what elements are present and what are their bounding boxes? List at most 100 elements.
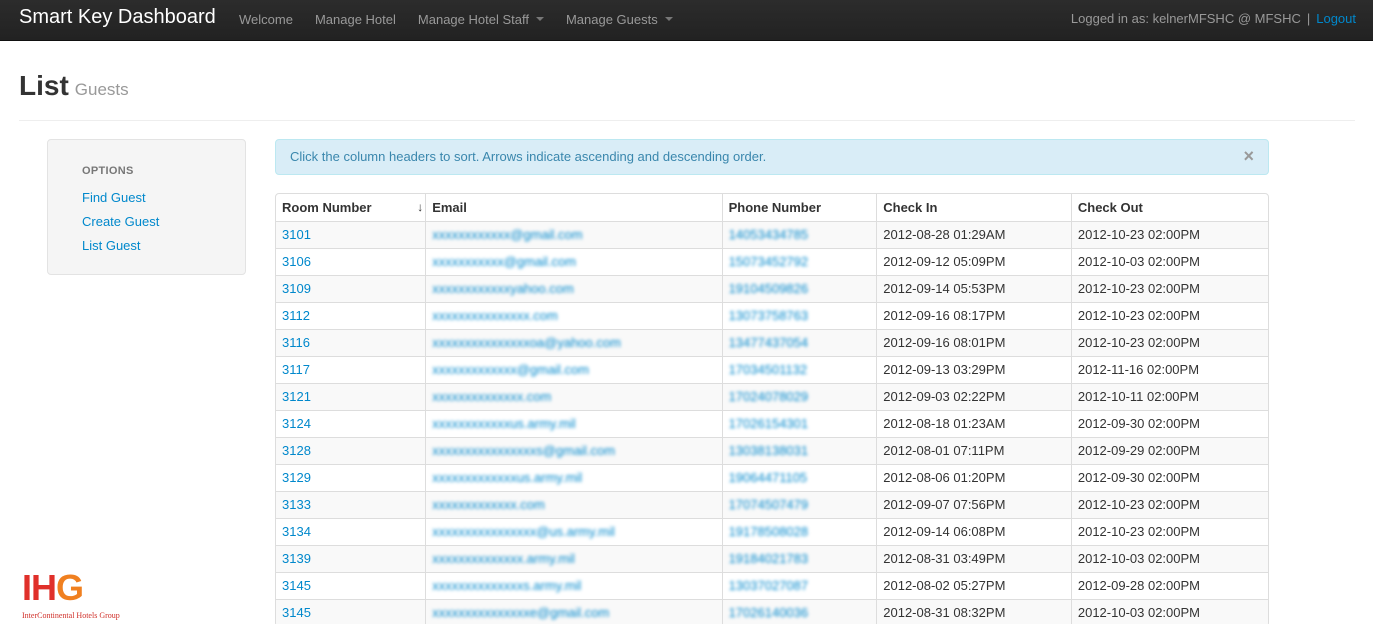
sidebar-link-list-guest[interactable]: List Guest	[82, 234, 245, 258]
email-cell[interactable]: xxxxxxxxxxxxxxxx@us.army.mil	[425, 517, 723, 545]
phone-cell[interactable]: 19178508028	[721, 517, 877, 545]
phone-number-link[interactable]: 19184021783	[729, 551, 809, 566]
room-number-link[interactable]: 3106	[282, 254, 311, 269]
room-number-link[interactable]: 3112	[282, 308, 310, 323]
email-link[interactable]: xxxxxxxxxxxxxxxx@us.army.mil	[432, 524, 615, 539]
email-link[interactable]: xxxxxxxxxxxx@gmail.com	[432, 227, 582, 242]
email-cell[interactable]: xxxxxxxxxxxxxx.com	[425, 382, 723, 410]
email-link[interactable]: xxxxxxxxxxxxxx.army.mil	[432, 551, 575, 566]
room-number-link[interactable]: 3121	[282, 389, 311, 404]
room-cell[interactable]: 3145	[276, 571, 426, 599]
room-cell[interactable]: 3129	[276, 463, 426, 491]
room-number-link[interactable]: 3128	[282, 443, 311, 458]
email-cell[interactable]: xxxxxxxxxxxxxxx.com	[425, 301, 723, 329]
phone-cell[interactable]: 17024078029	[721, 382, 877, 410]
email-cell[interactable]: xxxxxxxxxxxxxus.army.mil	[425, 463, 723, 491]
room-cell[interactable]: 3121	[276, 382, 426, 410]
column-header-email[interactable]: Email	[425, 194, 723, 221]
email-link[interactable]: xxxxxxxxxxxxx.com	[432, 497, 545, 512]
phone-number-link[interactable]: 17034501132	[729, 362, 808, 377]
phone-cell[interactable]: 19064471105	[721, 463, 877, 491]
phone-number-link[interactable]: 17026154301	[729, 416, 809, 431]
phone-cell[interactable]: 17026154301	[721, 409, 877, 437]
phone-cell[interactable]: 13073758763	[721, 301, 877, 329]
phone-cell[interactable]: 17026140036	[721, 598, 877, 624]
column-header-check-in[interactable]: Check In	[876, 194, 1072, 221]
email-cell[interactable]: xxxxxxxxxxxxxxxxs@gmail.com	[425, 436, 723, 464]
room-cell[interactable]: 3112	[276, 301, 426, 329]
email-cell[interactable]: xxxxxxxxxxxxus.army.mil	[425, 409, 723, 437]
room-number-link[interactable]: 3145	[282, 578, 311, 593]
email-link[interactable]: xxxxxxxxxxxxxxs.army.mil	[432, 578, 581, 593]
email-link[interactable]: xxxxxxxxxxxxxus.army.mil	[432, 470, 582, 485]
room-cell[interactable]: 3134	[276, 517, 426, 545]
close-icon[interactable]: ×	[1243, 147, 1254, 165]
nav-welcome[interactable]: Welcome	[228, 0, 304, 41]
email-cell[interactable]: xxxxxxxxxxx@gmail.com	[425, 247, 723, 275]
room-cell[interactable]: 3139	[276, 544, 426, 572]
email-cell[interactable]: xxxxxxxxxxxxx.com	[425, 490, 723, 518]
phone-number-link[interactable]: 19064471105	[729, 470, 808, 485]
phone-cell[interactable]: 15073452792	[721, 247, 877, 275]
phone-number-link[interactable]: 19178508028	[729, 524, 809, 539]
email-link[interactable]: xxxxxxxxxxxxxx.com	[432, 389, 551, 404]
nav-manage-hotel[interactable]: Manage Hotel	[304, 0, 407, 41]
email-link[interactable]: xxxxxxxxxxxxxxxe@gmail.com	[432, 605, 609, 620]
room-number-link[interactable]: 3117	[282, 362, 310, 377]
column-header-check-out[interactable]: Check Out	[1070, 194, 1268, 221]
phone-cell[interactable]: 19104509826	[721, 274, 877, 302]
nav-manage-guests[interactable]: Manage Guests	[555, 0, 684, 41]
logout-link[interactable]: Logout	[1316, 11, 1356, 26]
room-cell[interactable]: 3101	[276, 220, 426, 248]
room-number-link[interactable]: 3101	[282, 227, 311, 242]
phone-number-link[interactable]: 13073758763	[729, 308, 809, 323]
room-cell[interactable]: 3109	[276, 274, 426, 302]
room-number-link[interactable]: 3124	[282, 416, 311, 431]
column-header-room-number[interactable]: Room Number ↓	[276, 194, 426, 221]
email-link[interactable]: xxxxxxxxxxxxxxx.com	[432, 308, 558, 323]
room-number-link[interactable]: 3133	[282, 497, 311, 512]
phone-cell[interactable]: 13038138031	[721, 436, 877, 464]
phone-cell[interactable]: 13477437054	[721, 328, 877, 356]
phone-cell[interactable]: 14053434785	[721, 220, 877, 248]
sidebar-link-create-guest[interactable]: Create Guest	[82, 210, 245, 234]
email-link[interactable]: xxxxxxxxxxxxxxxoa@yahoo.com	[432, 335, 621, 350]
room-number-link[interactable]: 3109	[282, 281, 311, 296]
room-number-link[interactable]: 3116	[282, 335, 310, 350]
phone-cell[interactable]: 17074507479	[721, 490, 877, 518]
room-number-link[interactable]: 3139	[282, 551, 311, 566]
phone-number-link[interactable]: 17026140036	[729, 605, 809, 620]
room-cell[interactable]: 3133	[276, 490, 426, 518]
brand-title[interactable]: Smart Key Dashboard	[19, 6, 216, 29]
room-cell[interactable]: 3117	[276, 355, 426, 383]
room-number-link[interactable]: 3145	[282, 605, 311, 620]
room-cell[interactable]: 3128	[276, 436, 426, 464]
sidebar-link-find-guest[interactable]: Find Guest	[82, 186, 245, 210]
column-header-phone-number[interactable]: Phone Number	[721, 194, 877, 221]
email-cell[interactable]: xxxxxxxxxxxxxx.army.mil	[425, 544, 723, 572]
phone-number-link[interactable]: 13037027087	[729, 578, 809, 593]
phone-number-link[interactable]: 13477437054	[729, 335, 809, 350]
email-link[interactable]: xxxxxxxxxxx@gmail.com	[432, 254, 576, 269]
phone-number-link[interactable]: 15073452792	[729, 254, 809, 269]
room-number-link[interactable]: 3129	[282, 470, 311, 485]
email-cell[interactable]: xxxxxxxxxxxxx@gmail.com	[425, 355, 723, 383]
email-link[interactable]: xxxxxxxxxxxxx@gmail.com	[432, 362, 589, 377]
phone-number-link[interactable]: 17074507479	[729, 497, 809, 512]
email-link[interactable]: xxxxxxxxxxxxus.army.mil	[432, 416, 575, 431]
phone-cell[interactable]: 19184021783	[721, 544, 877, 572]
email-link[interactable]: xxxxxxxxxxxxyahoo.com	[432, 281, 574, 296]
room-cell[interactable]: 3106	[276, 247, 426, 275]
email-cell[interactable]: xxxxxxxxxxxx@gmail.com	[425, 220, 723, 248]
phone-cell[interactable]: 13037027087	[721, 571, 877, 599]
email-cell[interactable]: xxxxxxxxxxxxxxs.army.mil	[425, 571, 723, 599]
email-cell[interactable]: xxxxxxxxxxxxxxxe@gmail.com	[425, 598, 723, 624]
room-cell[interactable]: 3145	[276, 598, 426, 624]
phone-number-link[interactable]: 19104509826	[729, 281, 809, 296]
room-number-link[interactable]: 3134	[282, 524, 311, 539]
email-cell[interactable]: xxxxxxxxxxxxxxxoa@yahoo.com	[425, 328, 723, 356]
phone-number-link[interactable]: 17024078029	[729, 389, 809, 404]
room-cell[interactable]: 3116	[276, 328, 426, 356]
phone-number-link[interactable]: 14053434785	[729, 227, 809, 242]
nav-manage-hotel-staff[interactable]: Manage Hotel Staff	[407, 0, 555, 41]
